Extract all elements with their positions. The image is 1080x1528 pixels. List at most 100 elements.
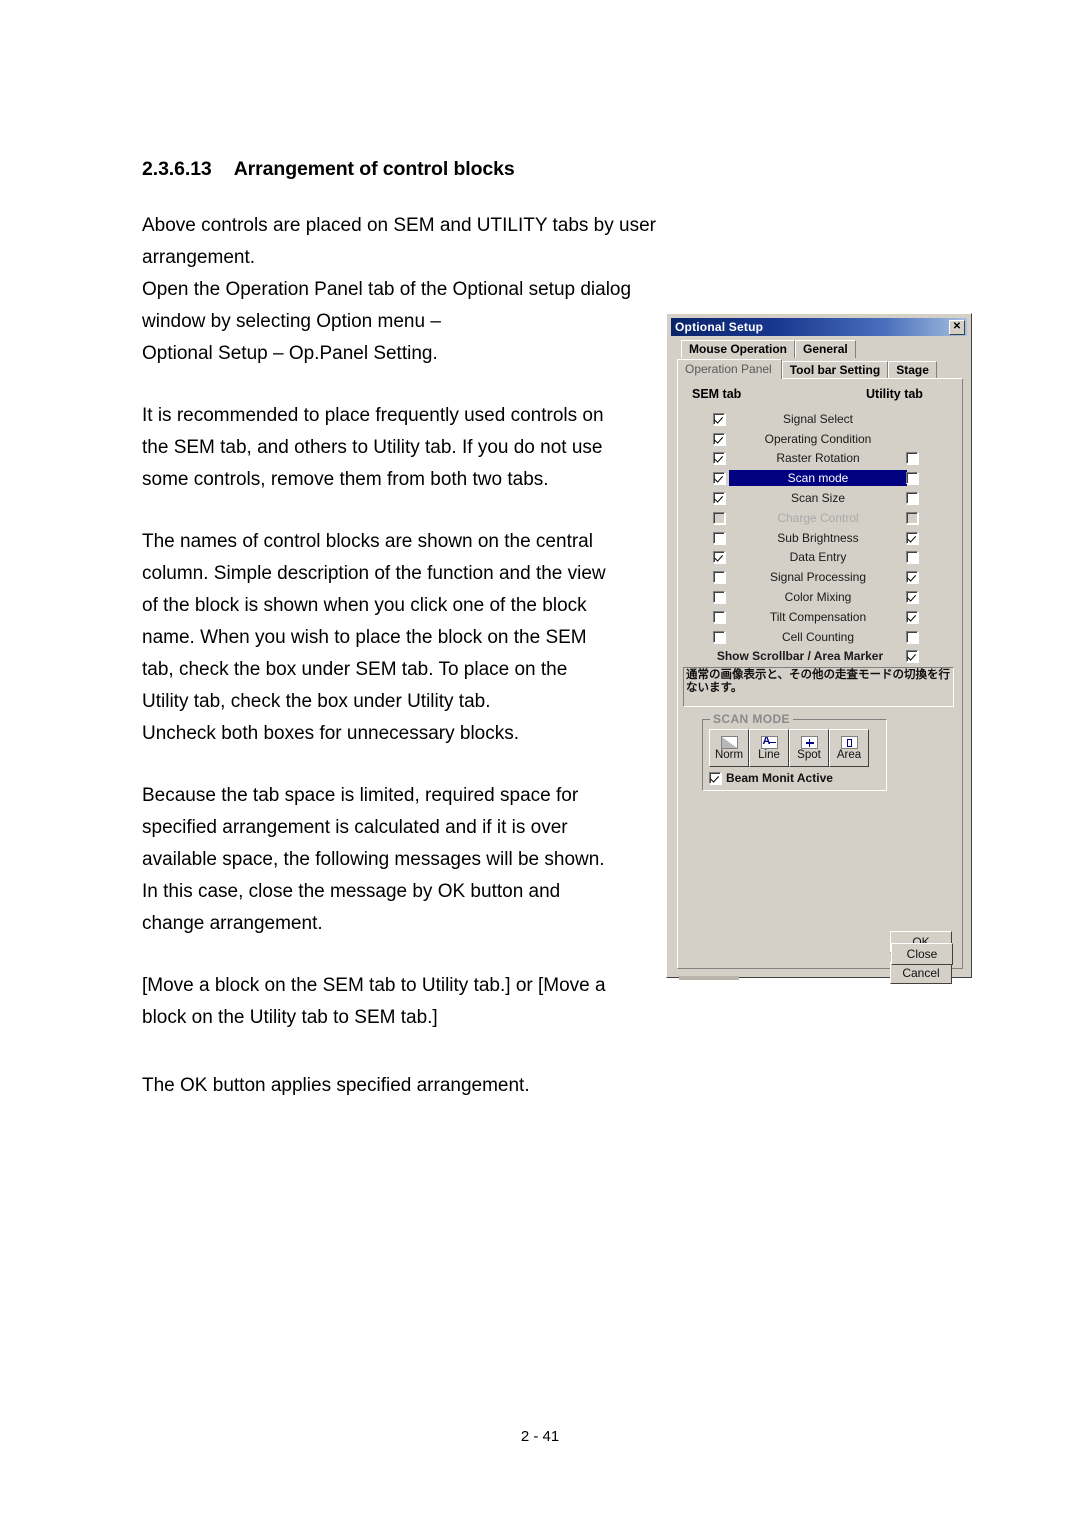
window-shadow-strip <box>679 976 739 980</box>
sem-checkbox[interactable] <box>713 610 725 623</box>
block-label[interactable]: Sub Brightness <box>733 531 903 545</box>
paragraph-2: It is recommended to place frequently us… <box>142 400 662 496</box>
utility-checkbox[interactable] <box>906 492 918 505</box>
utility-checkbox[interactable] <box>906 452 918 465</box>
scan-mode-spot-button[interactable]: Spot <box>789 729 829 767</box>
beam-monitor-row: Beam Monit Active <box>709 771 833 785</box>
table-row: Raster Rotation <box>678 449 962 469</box>
utility-checkbox[interactable] <box>906 591 918 604</box>
text-line: available space, the following messages … <box>142 849 605 870</box>
text-line: some controls, remove them from both two… <box>142 469 549 490</box>
column-header-utility: Utility tab <box>866 387 923 401</box>
text-line: Uncheck both boxes for unnecessary block… <box>142 723 520 744</box>
paragraph-3: The names of control blocks are shown on… <box>142 526 662 750</box>
close-icon[interactable]: ✕ <box>949 319 965 335</box>
block-label[interactable]: Raster Rotation <box>733 451 903 465</box>
sem-checkbox[interactable] <box>713 630 725 643</box>
page-heading: 2.3.6.13 Arrangement of control blocks <box>142 158 515 181</box>
text-line: Because the tab space is limited, requir… <box>142 785 579 806</box>
heading-title: Arrangement of control blocks <box>233 158 515 180</box>
line-scan-icon <box>760 735 778 749</box>
scan-mode-line-label: Line <box>758 748 780 761</box>
scrollbar-area-marker-label: Show Scrollbar / Area Marker <box>716 649 884 664</box>
text-line: change arrangement. <box>142 913 323 934</box>
block-label[interactable]: Cell Counting <box>733 630 903 644</box>
close-button[interactable]: Close <box>891 943 953 965</box>
tab-mouse-operation[interactable]: Mouse Operation <box>681 340 796 358</box>
utility-checkbox[interactable] <box>906 610 918 623</box>
normal-scan-icon <box>720 735 738 749</box>
tab-stage[interactable]: Stage <box>888 361 937 379</box>
text-line: the SEM tab, and others to Utility tab. … <box>142 437 603 458</box>
control-block-list: Signal Select Operating Condition Raster… <box>678 409 962 666</box>
page-number: 2 - 41 <box>520 1428 560 1445</box>
tab-operation-panel[interactable]: Operation Panel <box>677 359 782 379</box>
table-row: Operating Condition <box>678 429 962 449</box>
table-row-scrollbar: Show Scrollbar / Area Marker <box>678 647 962 667</box>
block-label-disabled: Charge Control <box>777 510 859 525</box>
column-header-sem: SEM tab <box>692 387 742 401</box>
dialog-title: Optional Setup <box>675 320 764 334</box>
block-label[interactable]: Operating Condition <box>733 432 903 446</box>
block-label[interactable]: Signal Select <box>733 412 903 426</box>
optional-setup-dialog: Optional Setup ✕ Mouse Operation General… <box>666 313 972 984</box>
block-label[interactable]: Signal Processing <box>733 570 903 584</box>
document-page: 2.3.6.13 Arrangement of control blocks Ab… <box>0 0 1080 1528</box>
utility-checkbox[interactable] <box>906 630 918 643</box>
table-row: Signal Processing <box>678 567 962 587</box>
utility-checkbox[interactable] <box>906 472 918 485</box>
text-line: specified arrangement is calculated and … <box>142 817 568 838</box>
text-line: Above controls are placed on SEM and UTI… <box>142 215 656 268</box>
beam-monitor-checkbox[interactable] <box>709 772 721 784</box>
area-scan-icon <box>840 735 858 749</box>
sem-checkbox[interactable] <box>713 432 725 445</box>
utility-checkbox[interactable] <box>906 551 918 564</box>
tab-row-lower: Operation Panel Tool bar Setting Stage <box>677 359 937 379</box>
block-label[interactable]: Scan Size <box>733 491 903 505</box>
sem-checkbox[interactable] <box>713 412 725 425</box>
tab-general[interactable]: General <box>795 340 856 358</box>
sem-checkbox[interactable] <box>713 571 725 584</box>
table-row: Cell Counting <box>678 627 962 647</box>
description-box: 通常の画像表示と、その他の走査モードの切換を行ないます。 <box>683 667 954 707</box>
block-label[interactable]: Data Entry <box>733 550 903 564</box>
utility-checkbox[interactable] <box>906 571 918 584</box>
block-label[interactable]: Tilt Compensation <box>733 610 903 624</box>
table-row: Scan Size <box>678 488 962 508</box>
paragraph-1: Above controls are placed on SEM and UTI… <box>142 210 662 370</box>
utility-checkbox-disabled <box>906 511 918 524</box>
sem-checkbox[interactable] <box>713 591 725 604</box>
scan-mode-norm-label: Norm <box>714 748 744 761</box>
scan-mode-line-button[interactable]: Line <box>749 729 789 767</box>
block-label-selected[interactable]: Scan mode <box>729 470 907 487</box>
cancel-button[interactable]: Cancel <box>890 962 952 984</box>
scan-mode-buttons: Norm Line Spot Area <box>709 729 869 767</box>
text-line: column. Simple description of the functi… <box>142 563 606 584</box>
scan-mode-norm-button[interactable]: Norm <box>709 729 749 767</box>
sem-checkbox[interactable] <box>713 472 725 485</box>
sem-checkbox[interactable] <box>713 531 725 544</box>
scan-mode-area-button[interactable]: Area <box>829 729 869 767</box>
table-row: Sub Brightness <box>678 528 962 548</box>
sem-checkbox[interactable] <box>713 551 725 564</box>
scrollbar-area-marker-checkbox[interactable] <box>906 650 918 663</box>
tab-tool-bar-setting[interactable]: Tool bar Setting <box>781 361 889 379</box>
paragraph-6: The OK button applies specified arrangem… <box>142 1070 662 1102</box>
sem-checkbox[interactable] <box>713 452 725 465</box>
table-row: Color Mixing <box>678 587 962 607</box>
tab-row-upper: Mouse Operation General <box>681 340 856 358</box>
paragraph-5: [Move a block on the SEM tab to Utility … <box>142 970 662 1034</box>
spot-scan-icon <box>800 735 818 749</box>
utility-checkbox[interactable] <box>906 531 918 544</box>
dialog-titlebar: Optional Setup ✕ <box>671 318 967 336</box>
text-line: tab, check the box under SEM tab. To pla… <box>142 659 568 680</box>
sem-checkbox[interactable] <box>713 492 725 505</box>
text-line: of the block is shown when you click one… <box>142 595 587 616</box>
heading-number: 2.3.6.13 <box>142 158 212 180</box>
body-text-column: Above controls are placed on SEM and UTI… <box>142 210 662 1132</box>
table-row: Data Entry <box>678 548 962 568</box>
text-line: name. When you wish to place the block o… <box>142 627 587 648</box>
block-label[interactable]: Color Mixing <box>733 590 903 604</box>
table-row: Scan mode <box>678 468 962 488</box>
text-line: Optional Setup – Op.Panel Setting. <box>142 343 438 364</box>
